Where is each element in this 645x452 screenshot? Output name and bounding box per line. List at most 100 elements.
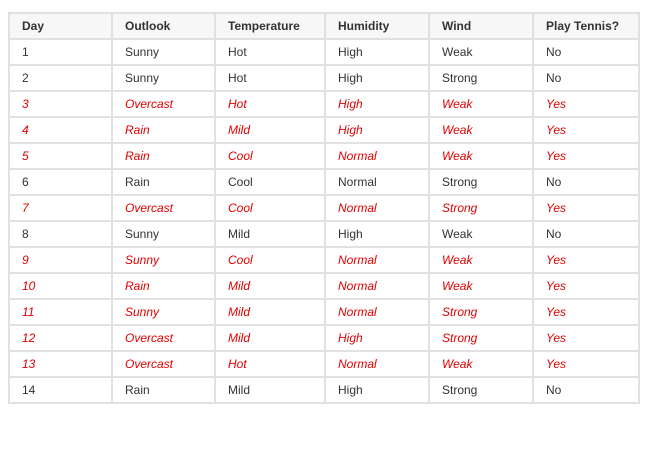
cell-play-tennis: Yes (532, 90, 640, 118)
cell-humidity: High (324, 64, 430, 92)
table-row: 3 Overcast Hot High Weak Yes (8, 90, 640, 118)
cell-day: 13 (8, 350, 113, 378)
cell-wind: Weak (428, 142, 534, 170)
cell-play-tennis: No (532, 220, 640, 248)
cell-temperature: Hot (214, 350, 326, 378)
table-row: 4 Rain Mild High Weak Yes (8, 116, 640, 144)
cell-play-tennis: Yes (532, 116, 640, 144)
cell-outlook: Overcast (111, 324, 216, 352)
cell-humidity: High (324, 220, 430, 248)
header-day: Day (8, 12, 113, 40)
cell-humidity: High (324, 116, 430, 144)
play-tennis-table: Day Outlook Temperature Humidity Wind Pl… (8, 12, 640, 404)
cell-play-tennis: No (532, 38, 640, 66)
cell-temperature: Cool (214, 194, 326, 222)
header-humidity: Humidity (324, 12, 430, 40)
cell-humidity: Normal (324, 246, 430, 274)
cell-day: 6 (8, 168, 113, 196)
cell-outlook: Rain (111, 168, 216, 196)
cell-day: 3 (8, 90, 113, 118)
cell-temperature: Mild (214, 220, 326, 248)
cell-outlook: Overcast (111, 194, 216, 222)
header-play-tennis: Play Tennis? (532, 12, 640, 40)
cell-outlook: Overcast (111, 350, 216, 378)
cell-wind: Strong (428, 64, 534, 92)
cell-outlook: Overcast (111, 90, 216, 118)
header-temperature: Temperature (214, 12, 326, 40)
table-row: 7 Overcast Cool Normal Strong Yes (8, 194, 640, 222)
cell-temperature: Cool (214, 246, 326, 274)
cell-play-tennis: Yes (532, 272, 640, 300)
cell-temperature: Hot (214, 90, 326, 118)
cell-day: 5 (8, 142, 113, 170)
cell-outlook: Rain (111, 142, 216, 170)
cell-day: 12 (8, 324, 113, 352)
cell-outlook: Sunny (111, 64, 216, 92)
cell-wind: Weak (428, 38, 534, 66)
table-body: 1 Sunny Hot High Weak No 2 Sunny Hot High Strong No… (8, 38, 640, 404)
cell-wind: Strong (428, 298, 534, 326)
cell-temperature: Hot (214, 38, 326, 66)
table-row: 12 Overcast Mild High Strong Yes (8, 324, 640, 352)
cell-play-tennis: No (532, 168, 640, 196)
cell-day: 10 (8, 272, 113, 300)
cell-wind: Strong (428, 376, 534, 404)
cell-wind: Weak (428, 350, 534, 378)
table-row: 2 Sunny Hot High Strong No (8, 64, 640, 92)
table-row: 10 Rain Mild Normal Weak Yes (8, 272, 640, 300)
cell-play-tennis: Yes (532, 298, 640, 326)
cell-humidity: Normal (324, 168, 430, 196)
cell-temperature: Hot (214, 64, 326, 92)
table-row: 1 Sunny Hot High Weak No (8, 38, 640, 66)
cell-temperature: Mild (214, 272, 326, 300)
cell-day: 2 (8, 64, 113, 92)
cell-temperature: Mild (214, 376, 326, 404)
cell-temperature: Mild (214, 116, 326, 144)
cell-day: 8 (8, 220, 113, 248)
header-wind: Wind (428, 12, 534, 40)
cell-play-tennis: Yes (532, 350, 640, 378)
cell-play-tennis: No (532, 64, 640, 92)
cell-play-tennis: Yes (532, 142, 640, 170)
table-row: 14 Rain Mild High Strong No (8, 376, 640, 404)
cell-day: 9 (8, 246, 113, 274)
cell-play-tennis: Yes (532, 324, 640, 352)
cell-temperature: Cool (214, 142, 326, 170)
cell-temperature: Mild (214, 298, 326, 326)
table-header-row: Day Outlook Temperature Humidity Wind Pl… (8, 12, 640, 40)
cell-wind: Weak (428, 246, 534, 274)
header-outlook: Outlook (111, 12, 216, 40)
cell-play-tennis: Yes (532, 246, 640, 274)
cell-temperature: Mild (214, 324, 326, 352)
cell-outlook: Sunny (111, 38, 216, 66)
cell-humidity: High (324, 90, 430, 118)
cell-day: 1 (8, 38, 113, 66)
cell-outlook: Sunny (111, 220, 216, 248)
cell-outlook: Sunny (111, 246, 216, 274)
cell-day: 4 (8, 116, 113, 144)
cell-play-tennis: No (532, 376, 640, 404)
play-tennis-table-container: Day Outlook Temperature Humidity Wind Pl… (8, 12, 640, 404)
cell-humidity: Normal (324, 298, 430, 326)
cell-outlook: Sunny (111, 298, 216, 326)
table-row: 5 Rain Cool Normal Weak Yes (8, 142, 640, 170)
cell-wind: Strong (428, 194, 534, 222)
cell-wind: Strong (428, 324, 534, 352)
cell-humidity: High (324, 376, 430, 404)
cell-outlook: Rain (111, 272, 216, 300)
table-row: 13 Overcast Hot Normal Weak Yes (8, 350, 640, 378)
cell-outlook: Rain (111, 116, 216, 144)
table-row: 8 Sunny Mild High Weak No (8, 220, 640, 248)
cell-wind: Weak (428, 220, 534, 248)
cell-temperature: Cool (214, 168, 326, 196)
cell-day: 14 (8, 376, 113, 404)
table-row: 9 Sunny Cool Normal Weak Yes (8, 246, 640, 274)
cell-wind: Weak (428, 116, 534, 144)
cell-outlook: Rain (111, 376, 216, 404)
table-row: 6 Rain Cool Normal Strong No (8, 168, 640, 196)
cell-humidity: High (324, 324, 430, 352)
cell-wind: Strong (428, 168, 534, 196)
cell-humidity: Normal (324, 194, 430, 222)
cell-humidity: Normal (324, 142, 430, 170)
table-row: 11 Sunny Mild Normal Strong Yes (8, 298, 640, 326)
